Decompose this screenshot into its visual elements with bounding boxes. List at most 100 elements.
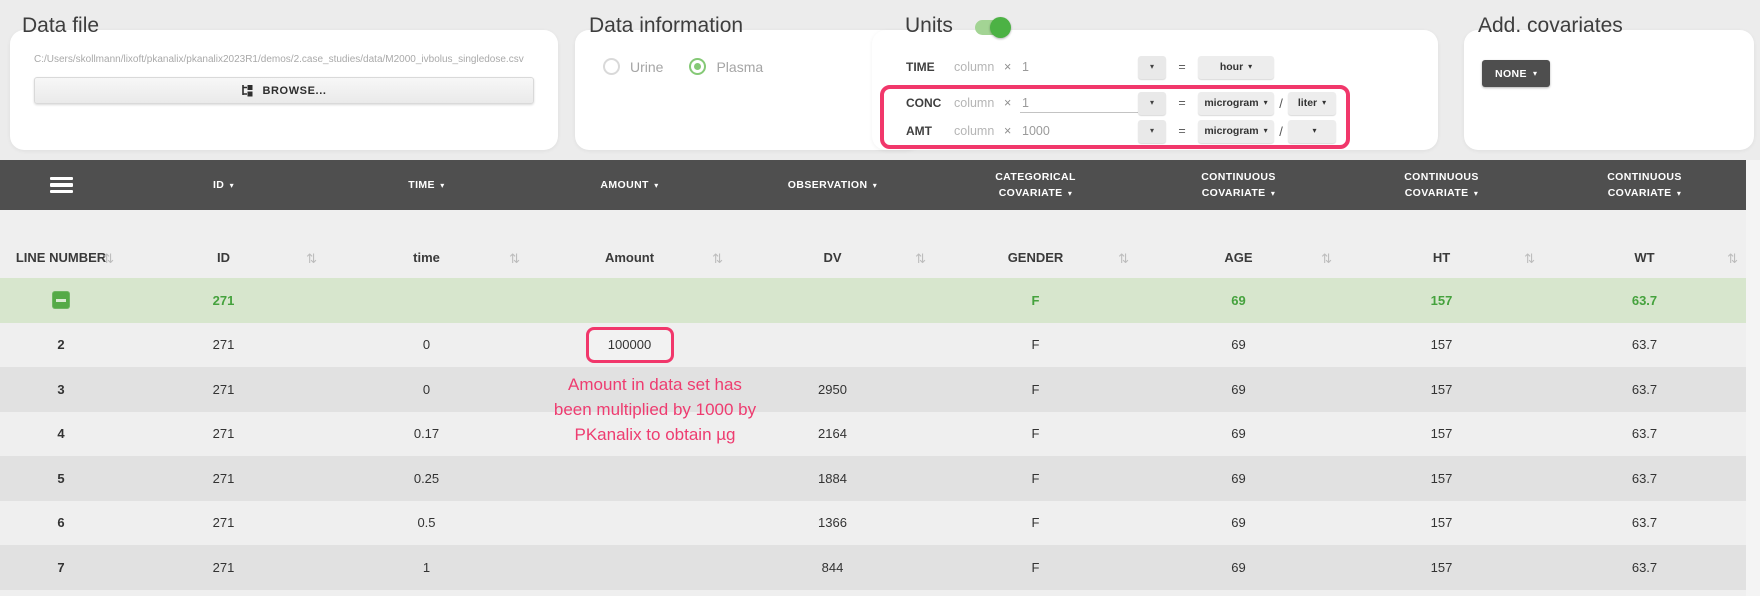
cell-age: 69 bbox=[1137, 456, 1340, 501]
table-row: 72711844F6915763.7 bbox=[0, 545, 1746, 590]
column-select-dropdown[interactable]: ▾ bbox=[1138, 92, 1166, 115]
radio-urine[interactable]: Urine bbox=[603, 58, 663, 75]
unit-row-time: TIME column × 1 ▾ = hour▾ bbox=[906, 55, 1274, 79]
caret-down-icon: ▾ bbox=[1533, 70, 1537, 78]
units-toggle[interactable] bbox=[975, 20, 1007, 35]
amt-unit-dropdown[interactable]: microgram▾ bbox=[1198, 120, 1274, 143]
caret-down-icon: ▾ bbox=[1322, 99, 1326, 107]
browse-button[interactable]: BROWSE... bbox=[34, 77, 534, 104]
column-select-dropdown[interactable]: ▾ bbox=[1138, 56, 1166, 79]
unit-factor-input[interactable]: 1 bbox=[1020, 93, 1138, 113]
cell-dv bbox=[731, 323, 934, 368]
column-header-age: AGE⇅ bbox=[1137, 210, 1340, 278]
sort-icon[interactable]: ⇅ bbox=[915, 252, 926, 267]
cell-time: 0.25 bbox=[325, 456, 528, 501]
cell-id: 271 bbox=[122, 367, 325, 412]
table-type-header: ID ▾TIME ▾AMOUNT ▾OBSERVATION ▾CATEGORIC… bbox=[0, 160, 1746, 210]
cell-id: 271 bbox=[122, 323, 325, 368]
cell-gender: F bbox=[934, 456, 1137, 501]
covariates-none-dropdown[interactable]: NONE ▾ bbox=[1482, 60, 1550, 87]
minus-icon bbox=[56, 299, 66, 302]
cell-line bbox=[0, 278, 122, 323]
unit-factor-input[interactable]: 1000 bbox=[1020, 124, 1138, 138]
conc-unit-dropdown[interactable]: microgram▾ bbox=[1198, 92, 1274, 115]
column-type-dropdown[interactable]: TIME ▾ bbox=[325, 160, 528, 210]
column-type-dropdown[interactable]: ID ▾ bbox=[122, 160, 325, 210]
caret-down-icon: ▾ bbox=[1312, 127, 1316, 135]
cell-id: 271 bbox=[122, 501, 325, 546]
sort-icon[interactable]: ⇅ bbox=[509, 252, 520, 267]
units-panel: TIME column × 1 ▾ = hour▾ CONC column × … bbox=[872, 30, 1438, 150]
table-row: 62710.51366F6915763.7 bbox=[0, 501, 1746, 546]
sort-icon[interactable]: ⇅ bbox=[103, 252, 114, 267]
hamburger-icon bbox=[50, 177, 73, 194]
column-type-dropdown[interactable]: CONTINUOUS COVARIATE ▾ bbox=[1137, 160, 1340, 210]
collapse-row-button[interactable] bbox=[52, 291, 70, 309]
cell-wt: 63.7 bbox=[1543, 278, 1746, 323]
conc-per-unit-dropdown[interactable]: liter▾ bbox=[1288, 92, 1336, 115]
column-word: column bbox=[954, 124, 1004, 138]
cell-line: 6 bbox=[0, 501, 122, 546]
add-covariates-panel: NONE ▾ bbox=[1464, 30, 1754, 150]
column-header-wt: WT⇅ bbox=[1543, 210, 1746, 278]
column-header-ht: HT⇅ bbox=[1340, 210, 1543, 278]
equals-sign: = bbox=[1166, 124, 1198, 138]
cell-ht: 157 bbox=[1340, 367, 1543, 412]
toggle-knob-icon bbox=[990, 17, 1011, 38]
caret-down-icon: ▾ bbox=[230, 181, 234, 190]
column-header-gender: GENDER⇅ bbox=[934, 210, 1137, 278]
table-body: 271F6915763.722710100000F6915763.7327102… bbox=[0, 278, 1746, 596]
table-menu-button[interactable] bbox=[0, 160, 122, 210]
cell-time: 1 bbox=[325, 545, 528, 590]
sort-icon[interactable]: ⇅ bbox=[1524, 252, 1535, 267]
cell-gender: F bbox=[934, 323, 1137, 368]
cell-dv: 844 bbox=[731, 545, 934, 590]
caret-down-icon: ▾ bbox=[654, 181, 658, 190]
unit-row-label: AMT bbox=[906, 124, 954, 138]
sort-icon[interactable]: ⇅ bbox=[712, 252, 723, 267]
data-table: ID ▾TIME ▾AMOUNT ▾OBSERVATION ▾CATEGORIC… bbox=[0, 160, 1746, 596]
cell-time bbox=[325, 278, 528, 323]
column-type-dropdown[interactable]: CONTINUOUS COVARIATE ▾ bbox=[1543, 160, 1746, 210]
cell-id: 271 bbox=[122, 456, 325, 501]
cell-gender: F bbox=[934, 501, 1137, 546]
caret-down-icon: ▾ bbox=[1068, 189, 1072, 198]
column-type-dropdown[interactable]: CATEGORICAL COVARIATE ▾ bbox=[934, 160, 1137, 210]
cell-ht: 157 bbox=[1340, 412, 1543, 457]
amt-per-unit-dropdown[interactable]: ▾ bbox=[1288, 120, 1336, 143]
sample-type-options: Urine Plasma bbox=[603, 58, 763, 75]
units-title: Units bbox=[905, 14, 953, 38]
caret-down-icon: ▾ bbox=[1271, 189, 1275, 198]
sort-icon[interactable]: ⇅ bbox=[1118, 252, 1129, 267]
data-information-title: Data information bbox=[589, 14, 743, 38]
unit-factor-input[interactable]: 1 bbox=[1020, 60, 1138, 74]
cell-wt: 63.7 bbox=[1543, 545, 1746, 590]
multiply-sign: × bbox=[1004, 96, 1020, 110]
equals-sign: = bbox=[1166, 60, 1198, 74]
cell-age: 69 bbox=[1137, 367, 1340, 412]
cell-dv: 1884 bbox=[731, 456, 934, 501]
caret-down-icon: ▾ bbox=[1150, 99, 1154, 107]
cell-id: 271 bbox=[122, 412, 325, 457]
column-type-dropdown[interactable]: CONTINUOUS COVARIATE ▾ bbox=[1340, 160, 1543, 210]
caret-down-icon: ▾ bbox=[1677, 189, 1681, 198]
column-type-dropdown[interactable]: AMOUNT ▾ bbox=[528, 160, 731, 210]
cell-id: 271 bbox=[122, 545, 325, 590]
time-unit-dropdown[interactable]: hour▾ bbox=[1198, 56, 1274, 79]
cell-age: 69 bbox=[1137, 501, 1340, 546]
radio-plasma[interactable]: Plasma bbox=[689, 58, 763, 75]
cell-ht: 157 bbox=[1340, 456, 1543, 501]
column-header-id: ID⇅ bbox=[122, 210, 325, 278]
cell-age: 69 bbox=[1137, 278, 1340, 323]
sort-icon[interactable]: ⇅ bbox=[306, 252, 317, 267]
multiply-sign: × bbox=[1004, 60, 1020, 74]
vertical-scrollbar[interactable] bbox=[1746, 160, 1760, 596]
data-file-path: C:/Users/skollmann/lixoft/pkanalix/pkana… bbox=[34, 54, 534, 65]
sort-icon[interactable]: ⇅ bbox=[1727, 252, 1738, 267]
column-type-dropdown[interactable]: OBSERVATION ▾ bbox=[731, 160, 934, 210]
cell-amount bbox=[528, 412, 731, 457]
column-select-dropdown[interactable]: ▾ bbox=[1138, 120, 1166, 143]
data-file-panel: C:/Users/skollmann/lixoft/pkanalix/pkana… bbox=[10, 30, 558, 150]
sort-icon[interactable]: ⇅ bbox=[1321, 252, 1332, 267]
cell-ht: 157 bbox=[1340, 545, 1543, 590]
